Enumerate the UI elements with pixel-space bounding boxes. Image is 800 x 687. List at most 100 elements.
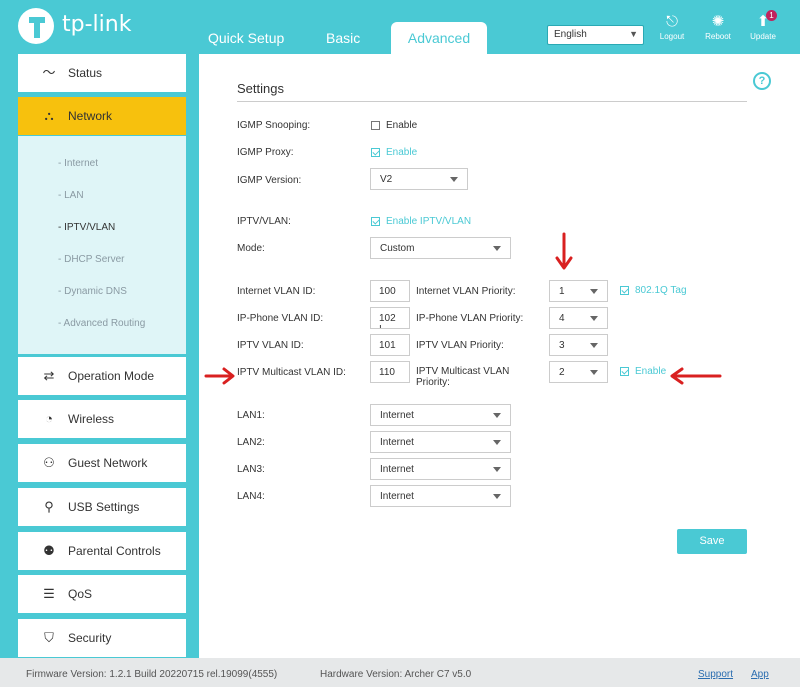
logout-icon: ⎋ <box>666 13 678 30</box>
iptv-vlan-id-label: IPTV VLAN ID: <box>237 340 304 351</box>
iptv-vlan-checkbox[interactable] <box>371 217 380 226</box>
tag-8021q-label: 802.1Q Tag <box>635 285 687 296</box>
iptv-vlan-priority-select[interactable]: 3 <box>549 334 608 356</box>
pulse-icon: 〜 <box>42 65 56 80</box>
reboot-icon: ✺ <box>711 13 725 30</box>
lan3-select[interactable]: Internet <box>370 458 511 480</box>
igmp-proxy-enable-label: Enable <box>386 147 418 158</box>
iptv-multicast-vlan-id-label: IPTV Multicast VLAN ID: <box>237 367 346 378</box>
ipphone-vlan-priority-label: IP-Phone VLAN Priority: <box>416 313 524 324</box>
reboot-button[interactable]: ✺ Reboot <box>698 12 738 41</box>
sidebar-item-status[interactable]: 〜 Status <box>18 54 186 92</box>
hardware-version: Hardware Version: Archer C7 v5.0 <box>320 669 472 680</box>
submenu-item-dhcp-server[interactable]: - DHCP Server <box>58 254 125 265</box>
lan4-label: LAN4: <box>237 491 265 502</box>
help-icon[interactable]: ? <box>753 72 771 90</box>
submenu-item-lan[interactable]: - LAN <box>58 190 84 201</box>
network-icon: ⛬ <box>44 108 54 123</box>
sidebar-item-wireless[interactable]: ◔ Wireless <box>18 400 186 438</box>
annotation-arrow-left-icon <box>670 367 722 385</box>
lan1-select[interactable]: Internet <box>370 404 511 426</box>
language-value: English <box>554 29 587 40</box>
sidebar-item-operation-mode[interactable]: ⇄ Operation Mode <box>18 357 186 395</box>
iptv-multicast-priority-label-line1: IPTV Multicast VLAN <box>416 366 510 377</box>
family-icon: ⚉ <box>43 543 55 558</box>
sidebar-item-label: Guest Network <box>68 456 148 470</box>
submenu-item-iptv-vlan[interactable]: - IPTV/VLAN <box>58 222 115 233</box>
submenu-item-advanced-routing[interactable]: - Advanced Routing <box>58 318 145 329</box>
shield-icon: ⛉ <box>44 630 54 645</box>
firmware-version: Firmware Version: 1.2.1 Build 20220715 r… <box>26 669 278 680</box>
update-label: Update <box>750 32 776 41</box>
mode-select[interactable]: Custom <box>370 237 511 259</box>
main-panel: ? Settings IGMP Snooping: Enable IGMP Pr… <box>199 54 800 658</box>
save-button[interactable]: Save <box>677 529 747 554</box>
lan1-label: LAN1: <box>237 410 265 421</box>
header: tp-link Quick Setup Basic Advanced Engli… <box>0 0 800 54</box>
multicast-enable-checkbox[interactable] <box>620 367 629 376</box>
ipphone-vlan-priority-select[interactable]: 4 <box>549 307 608 329</box>
sidebar-item-label: Security <box>68 631 112 645</box>
lan2-select[interactable]: Internet <box>370 431 511 453</box>
app-link[interactable]: App <box>751 669 769 680</box>
iptv-multicast-vlan-id-input[interactable]: 110 <box>370 361 410 383</box>
reboot-label: Reboot <box>705 32 731 41</box>
sidebar-item-usb-settings[interactable]: ⚲ USB Settings <box>18 488 186 526</box>
sidebar-item-guest-network[interactable]: ⚇ Guest Network <box>18 444 186 482</box>
wifi-icon: ◔ <box>45 411 53 426</box>
logout-label: Logout <box>659 32 685 41</box>
sidebar-item-network[interactable]: ⛬ Network <box>18 97 186 135</box>
sidebar-item-label: USB Settings <box>68 500 140 514</box>
brand-name: tp-link <box>62 12 132 37</box>
igmp-version-select[interactable]: V2 <box>370 168 468 190</box>
igmp-proxy-checkbox[interactable] <box>371 148 380 157</box>
ipphone-vlan-id-input[interactable]: 102 I <box>370 307 410 329</box>
submenu-item-dynamic-dns[interactable]: - Dynamic DNS <box>58 286 127 297</box>
update-badge: 1 <box>766 10 777 21</box>
logout-button[interactable]: ⎋ Logout <box>652 12 692 41</box>
sidebar-item-label: Operation Mode <box>68 369 155 383</box>
sidebar-item-label: Parental Controls <box>68 544 161 558</box>
sidebar-item-label: QoS <box>68 587 93 601</box>
iptv-multicast-priority-label-line2: Priority: <box>416 377 450 388</box>
iptv-multicast-vlan-priority-label: IPTV Multicast VLAN Priority: <box>416 366 509 388</box>
annotation-arrow-down-icon <box>555 232 573 270</box>
title-divider <box>237 101 747 102</box>
sidebar-item-parental-controls[interactable]: ⚉ Parental Controls <box>18 532 186 570</box>
igmp-snooping-enable-label: Enable <box>386 120 418 131</box>
igmp-snooping-checkbox[interactable] <box>371 121 380 130</box>
page-title: Settings <box>237 81 284 96</box>
network-submenu: - Internet - LAN - IPTV/VLAN - DHCP Serv… <box>18 136 186 354</box>
tp-link-logo-icon <box>18 8 54 44</box>
iptv-vlan-priority-label: IPTV VLAN Priority: <box>416 340 504 351</box>
sidebar-item-label: Wireless <box>68 412 115 426</box>
internet-vlan-priority-select[interactable]: 1 <box>549 280 608 302</box>
sidebar-item-label: Network <box>68 109 113 123</box>
support-link[interactable]: Support <box>698 669 733 680</box>
internet-vlan-id-input[interactable]: 100 <box>370 280 410 302</box>
switch-arrows-icon: ⇄ <box>43 368 55 383</box>
igmp-snooping-label: IGMP Snooping: <box>237 120 311 131</box>
iptv-multicast-vlan-priority-select[interactable]: 2 <box>549 361 608 383</box>
multicast-enable-label: Enable <box>635 366 667 377</box>
footer: Firmware Version: 1.2.1 Build 20220715 r… <box>0 658 800 687</box>
lan3-label: LAN3: <box>237 464 265 475</box>
language-select[interactable]: English ▼ <box>547 25 644 45</box>
internet-vlan-priority-label: Internet VLAN Priority: <box>416 286 516 297</box>
submenu-item-internet[interactable]: - Internet <box>58 158 98 169</box>
iptv-vlan-id-input[interactable]: 101 <box>370 334 410 356</box>
lan2-label: LAN2: <box>237 437 265 448</box>
lan4-select[interactable]: Internet <box>370 485 511 507</box>
sidebar-item-qos[interactable]: ☰ QoS <box>18 575 186 613</box>
update-button[interactable]: ⬆ 1 Update <box>743 10 783 41</box>
iptv-vlan-label: IPTV/VLAN: <box>237 216 291 227</box>
qos-icon: ☰ <box>43 586 55 601</box>
tab-advanced[interactable]: Advanced <box>391 22 487 54</box>
annotation-arrow-right-icon <box>204 367 235 385</box>
tab-basic[interactable]: Basic <box>326 22 360 54</box>
tag-8021q-checkbox[interactable] <box>620 286 629 295</box>
internet-vlan-id-label: Internet VLAN ID: <box>237 286 316 297</box>
sidebar-item-security[interactable]: ⛉ Security <box>18 619 186 657</box>
tab-quick-setup[interactable]: Quick Setup <box>208 22 284 54</box>
ipphone-vlan-id-label: IP-Phone VLAN ID: <box>237 313 324 324</box>
